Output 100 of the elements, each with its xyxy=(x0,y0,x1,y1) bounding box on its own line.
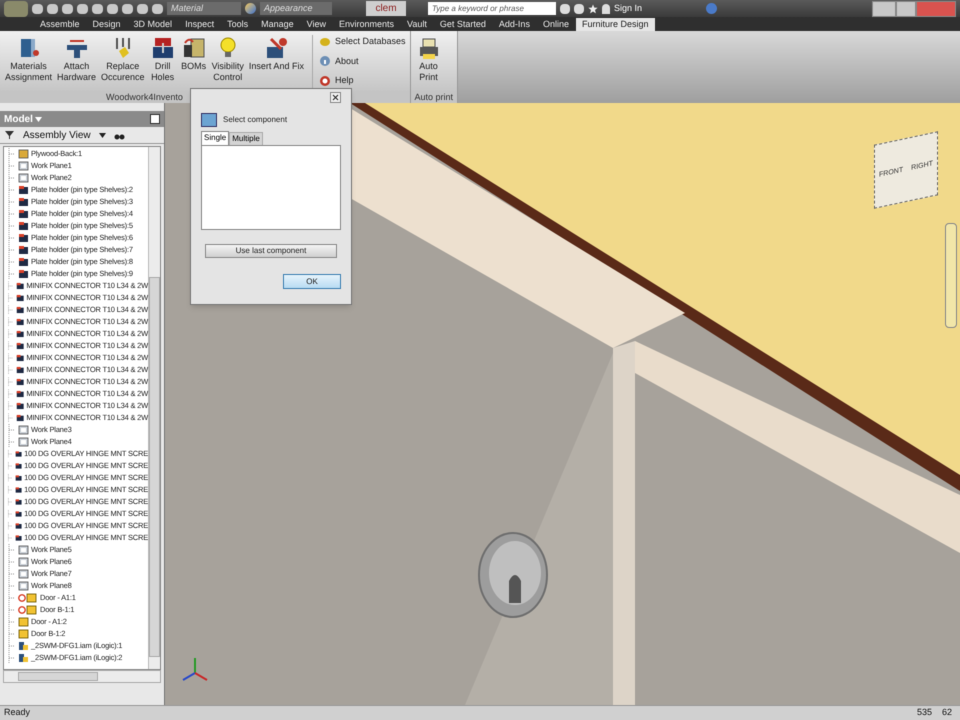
ribbon-tab[interactable]: Design xyxy=(86,18,127,31)
minimize-button[interactable] xyxy=(872,0,896,16)
plywood-icon xyxy=(18,149,29,159)
info-icon xyxy=(318,55,331,68)
tree-connector-icon xyxy=(7,208,16,220)
restore-button[interactable] xyxy=(896,0,916,16)
assembly-icon xyxy=(18,653,29,663)
ribbon-button[interactable]: Visibility Control xyxy=(210,35,245,91)
status-count: 535 xyxy=(916,706,932,720)
use-last-component-button[interactable]: Use last component xyxy=(205,244,337,258)
work-plane-icon xyxy=(18,161,29,171)
tree-connector-icon xyxy=(7,580,16,592)
tree-connector-icon xyxy=(7,592,16,604)
ribbon-button[interactable]: Drill Holes xyxy=(148,35,177,91)
part-icon xyxy=(16,413,24,423)
ribbon-tab[interactable]: Get Started xyxy=(434,18,492,31)
ok-button[interactable]: OK xyxy=(283,274,341,289)
ribbon-panel-label: Auto print xyxy=(414,91,454,103)
selection-list[interactable] xyxy=(201,145,341,230)
tree-connector-icon xyxy=(7,148,16,160)
part-icon xyxy=(18,185,29,195)
toolbar-tool-icon[interactable] xyxy=(122,4,133,14)
ribbon-tab[interactable]: View xyxy=(300,18,332,31)
status-text: Ready xyxy=(4,706,30,720)
ribbon-button[interactable]: Auto Print xyxy=(414,35,442,91)
part-icon xyxy=(16,365,24,375)
toolbar-tool-icon[interactable] xyxy=(32,4,43,14)
part-icon xyxy=(18,257,29,267)
ribbon-button[interactable]: Insert And Fix xyxy=(248,35,305,91)
ribbon-tab[interactable]: Add-Ins xyxy=(492,18,536,31)
part-icon xyxy=(16,317,24,327)
status-count: 62 xyxy=(942,706,952,720)
tree-connector-icon xyxy=(7,184,16,196)
tree-connector-icon xyxy=(7,616,16,628)
part-icon xyxy=(18,233,29,243)
horizontal-scrollbar[interactable] xyxy=(3,670,161,683)
ribbon-tab[interactable]: Environments xyxy=(333,18,400,31)
ribbon-small-button[interactable]: About xyxy=(318,54,406,68)
sign-in-link[interactable]: Sign In xyxy=(614,2,642,16)
project-label: clem xyxy=(366,1,406,16)
tree-connector-icon xyxy=(7,160,16,172)
toolbar-tool-icon[interactable] xyxy=(77,4,88,14)
ribbon-tab[interactable]: Manage xyxy=(255,18,300,31)
assembly-icon xyxy=(18,641,29,651)
work-plane-icon xyxy=(18,545,29,555)
dialog-tab[interactable]: Single xyxy=(201,131,230,145)
help-icon[interactable] xyxy=(706,3,718,14)
filter-icon[interactable] xyxy=(4,130,15,140)
ribbon-small-button[interactable]: Select Databases xyxy=(318,35,406,48)
work-plane-icon xyxy=(18,569,29,579)
tree-connector-icon xyxy=(7,244,16,256)
part-icon xyxy=(16,329,24,339)
part-icon xyxy=(18,221,29,231)
ribbon-button[interactable]: Materials Assignment xyxy=(4,35,54,91)
ribbon-tab[interactable]: Furniture Design xyxy=(576,18,654,31)
tree-connector-icon xyxy=(7,172,16,184)
toolbar-tool-icon[interactable] xyxy=(62,4,73,14)
tree-connector-icon xyxy=(7,196,16,208)
tree-connector-icon xyxy=(7,628,16,640)
part-icon xyxy=(16,353,24,363)
material-dropdown[interactable]: Material xyxy=(167,2,241,15)
ribbon-tab[interactable]: 3D Model xyxy=(128,18,178,31)
dialog-tab[interactable]: Multiple xyxy=(229,132,263,145)
user-icon[interactable] xyxy=(602,4,610,14)
view-selector[interactable]: Assembly View xyxy=(23,128,91,142)
caret-icon[interactable] xyxy=(98,132,106,138)
part-icon xyxy=(14,473,22,483)
close-button[interactable] xyxy=(330,92,341,103)
toolbar-tool-icon[interactable] xyxy=(107,4,118,14)
search-field[interactable]: Type a keyword or phrase xyxy=(428,2,556,15)
ribbon-small-button[interactable]: Help xyxy=(318,74,406,88)
navigation-bar[interactable] xyxy=(945,223,957,328)
ribbon-tab[interactable]: Vault xyxy=(401,18,433,31)
appearance-dropdown[interactable]: Appearance xyxy=(260,2,332,15)
ribbon-tab[interactable]: Online xyxy=(536,18,575,31)
star-icon[interactable] xyxy=(588,4,598,14)
part-icon xyxy=(16,281,24,291)
vertical-scrollbar[interactable] xyxy=(148,147,160,669)
work-plane-icon xyxy=(18,437,29,447)
work-plane-icon xyxy=(18,173,29,183)
ribbon-button[interactable]: BOMs xyxy=(180,35,208,91)
tree-connector-icon xyxy=(7,424,16,436)
part-icon xyxy=(14,521,22,531)
part-icon xyxy=(14,533,22,543)
part-icon xyxy=(18,245,29,255)
part-icon xyxy=(18,197,29,207)
linked-door-icon xyxy=(18,593,38,603)
tree-connector-icon xyxy=(7,256,16,268)
toolbar-tool-icon[interactable] xyxy=(47,4,58,14)
database-icon xyxy=(318,36,331,48)
work-plane-icon xyxy=(18,425,29,435)
ribbon-tab[interactable]: Assemble xyxy=(34,18,86,31)
toolbar-tool-icon[interactable] xyxy=(92,4,103,14)
toolbar-tool-icon[interactable] xyxy=(152,4,163,14)
part-icon xyxy=(16,293,24,303)
toolbar-tool-icon[interactable] xyxy=(137,4,148,14)
ribbon-tab[interactable]: Inspect xyxy=(179,18,220,31)
ribbon-tab[interactable]: Tools xyxy=(221,18,254,31)
ribbon-button[interactable]: Attach Hardware xyxy=(56,35,98,91)
ribbon-button[interactable]: Replace Occurence xyxy=(100,35,146,91)
